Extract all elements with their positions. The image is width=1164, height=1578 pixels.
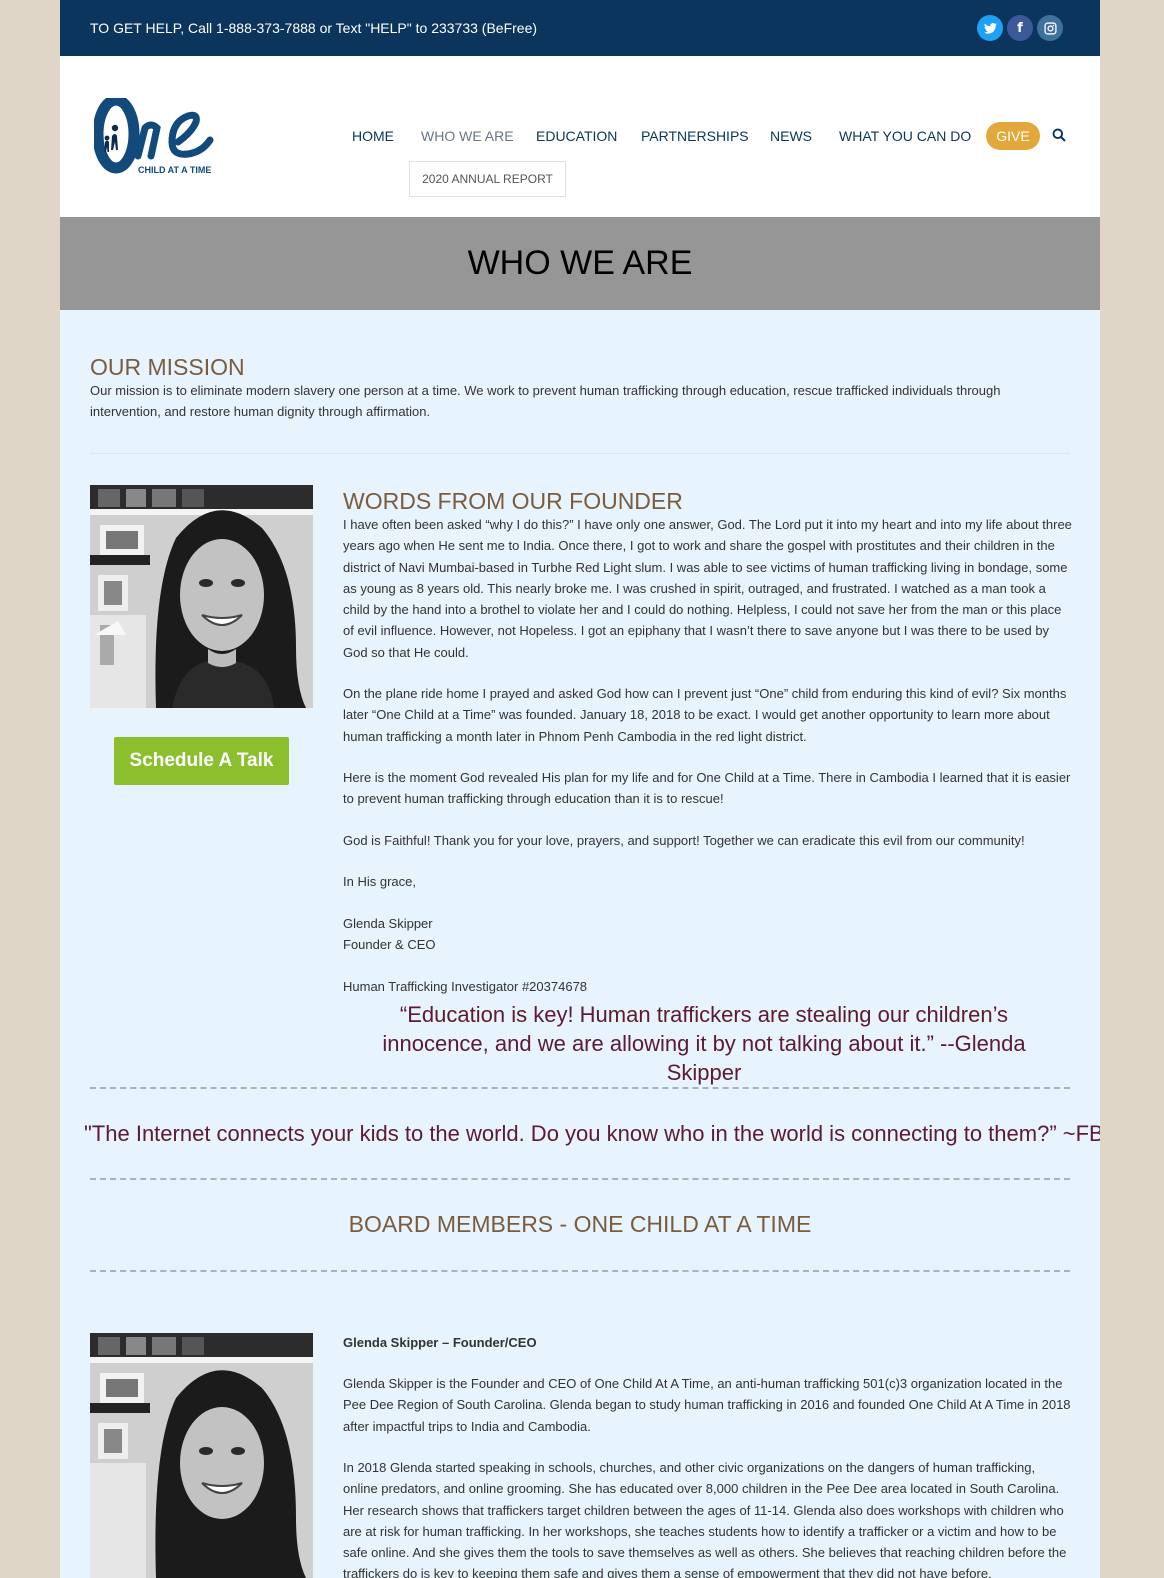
instagram-camera-glyph <box>1043 21 1057 35</box>
page-title: WHO WE ARE <box>467 244 693 282</box>
nav-who-we-are[interactable]: WHO WE ARE <box>421 128 514 144</box>
logo-graphic: CHILD AT A TIME <box>92 94 214 175</box>
board-member-portrait <box>90 1333 313 1578</box>
twitter-bird-glyph <box>983 22 997 34</box>
one-child-at-a-time-logo[interactable]: CHILD AT A TIME <box>92 94 224 178</box>
board-member-title: Glenda Skipper – Founder/CEO <box>343 1335 537 1350</box>
top-bar: TO GET HELP, Call 1-888-373-7888 or Text… <box>60 0 1100 56</box>
founder-paragraph-2: On the plane ride home I prayed and aske… <box>343 686 1067 744</box>
help-hotline-text: TO GET HELP, Call 1-888-373-7888 or Text… <box>90 20 538 36</box>
give-button[interactable]: GIVE <box>986 122 1040 150</box>
dashed-divider <box>90 1270 1070 1272</box>
schedule-a-talk-button[interactable]: Schedule A Talk <box>114 737 289 785</box>
search-magnifier-glyph <box>1052 128 1066 142</box>
facebook-icon[interactable]: f <box>1007 15 1033 41</box>
nav-partnerships[interactable]: PARTNERSHIPS <box>641 128 749 144</box>
dashed-divider <box>90 1178 1070 1180</box>
page-title-bar: WHO WE ARE <box>60 217 1100 310</box>
board-heading: BOARD MEMBERS - ONE CHILD AT A TIME <box>348 1211 812 1237</box>
search-icon[interactable] <box>1052 124 1072 144</box>
founder-paragraph-1: I have often been asked “why I do this?”… <box>343 517 1072 660</box>
page-wrapper: TO GET HELP, Call 1-888-373-7888 or Text… <box>60 0 1100 1578</box>
board-member-photo <box>90 1333 313 1578</box>
founder-investigator-id: Human Trafficking Investigator #20374678 <box>343 979 588 994</box>
founder-signoff: In His grace, <box>343 874 416 889</box>
founder-heading: WORDS FROM OUR FOUNDER <box>343 488 683 514</box>
founder-name: Glenda Skipper <box>343 916 433 931</box>
founder-role: Founder & CEO <box>343 937 436 952</box>
founder-paragraph-3: Here is the moment God revealed His plan… <box>343 770 1071 807</box>
nav-news[interactable]: NEWS <box>770 128 812 144</box>
founder-paragraph-4: God is Faithful! Thank you for your love… <box>343 833 1025 848</box>
founder-portrait <box>90 485 313 708</box>
mission-text: Our mission is to eliminate modern slave… <box>90 383 1001 420</box>
fbi-quote: "The Internet connects your kids to the … <box>84 1121 1100 1146</box>
founder-photo <box>90 485 313 708</box>
submenu-annual-report[interactable]: 2020 ANNUAL REPORT <box>409 161 566 197</box>
twitter-icon[interactable] <box>977 15 1003 41</box>
site-header: CHILD AT A TIME HOME WHO WE ARE EDUCATIO… <box>60 56 1100 217</box>
nav-education[interactable]: EDUCATION <box>536 128 617 144</box>
board-member-bio-1: Glenda Skipper is the Founder and CEO of… <box>343 1376 1071 1434</box>
nav-home[interactable]: HOME <box>352 128 394 144</box>
board-member-bio-2: In 2018 Glenda started speaking in schoo… <box>343 1460 1067 1578</box>
nav-what-you-can-do[interactable]: WHAT YOU CAN DO <box>839 128 971 144</box>
dashed-divider <box>90 1087 1070 1089</box>
divider <box>90 453 1070 454</box>
svg-text:CHILD AT A TIME: CHILD AT A TIME <box>138 165 211 175</box>
instagram-icon[interactable] <box>1037 15 1063 41</box>
mission-heading: OUR MISSION <box>90 354 245 380</box>
founder-quote: “Education is key! Human traffickers are… <box>382 1002 1026 1085</box>
